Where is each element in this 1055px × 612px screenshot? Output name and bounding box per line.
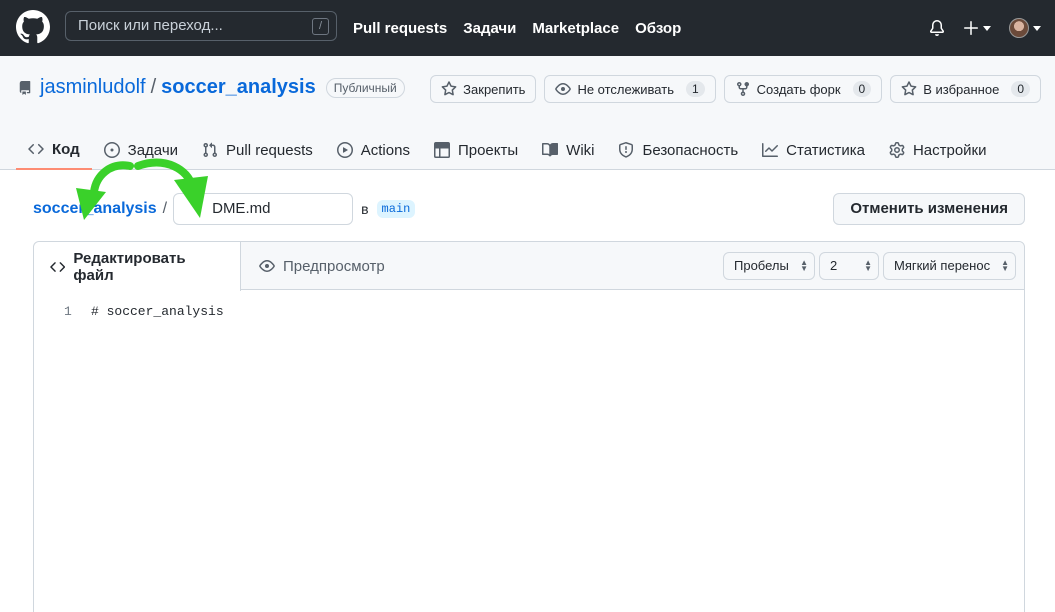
- tab-settings-label: Настройки: [912, 141, 987, 159]
- repo-title-separator: /: [150, 76, 157, 98]
- pull-request-icon: [203, 142, 218, 158]
- github-logo-icon[interactable]: [16, 10, 50, 44]
- notifications-bell-icon[interactable]: [929, 20, 945, 36]
- indent-size-value: 2: [830, 258, 838, 273]
- line-number: 1: [64, 304, 72, 319]
- tab-insights[interactable]: Статистика: [750, 130, 877, 170]
- repo-header: jasminludolf / soccer_analysis Публичный…: [0, 56, 1055, 170]
- breadcrumb-separator: /: [162, 200, 168, 217]
- star-button-label: В избранное: [923, 81, 1000, 97]
- nav-explore[interactable]: Обзор: [635, 20, 681, 37]
- breadcrumb: soccer_analysis / DME.md в main: [33, 193, 416, 225]
- play-circle-icon: [336, 142, 353, 158]
- tab-actions-label: Actions: [360, 141, 410, 159]
- tab-preview[interactable]: Предпросмотр: [243, 242, 401, 290]
- global-nav: Pull requests Задачи Marketplace Обзор: [353, 0, 681, 56]
- tab-insights-label: Статистика: [786, 141, 865, 159]
- indent-mode-value: Пробелы: [734, 258, 789, 273]
- repo-title: jasminludolf / soccer_analysis Публичный: [18, 76, 405, 99]
- tab-wiki[interactable]: Wiki: [530, 130, 606, 170]
- code-line[interactable]: # soccer_analysis: [91, 304, 224, 319]
- unwatch-button-label: Не отслеживать: [577, 81, 674, 97]
- create-new-plus-icon[interactable]: [963, 20, 991, 36]
- gear-icon: [889, 142, 905, 158]
- avatar: [1009, 18, 1029, 38]
- top-header: Поиск или переход... / Pull requests Зад…: [0, 0, 1055, 56]
- chevron-down-icon: [983, 25, 991, 31]
- eye-icon: [555, 83, 572, 95]
- nav-pull-requests[interactable]: Pull requests: [353, 20, 447, 37]
- nav-issues[interactable]: Задачи: [463, 20, 516, 37]
- table-icon: [433, 142, 450, 158]
- editor-toolbar: Редактировать файл Предпросмотр Пробелы …: [34, 242, 1024, 291]
- select-arrows-icon: ▲ ▼: [800, 258, 808, 273]
- repo-tabs: Код Задачи Pull requests Actions Проекты…: [16, 130, 999, 170]
- wrap-mode-value: Мягкий перенос: [894, 258, 991, 273]
- tab-issues-label: Задачи: [127, 141, 179, 159]
- code-icon: [50, 261, 66, 272]
- watch-count: 1: [685, 81, 705, 97]
- tab-edit-file-label: Редактировать файл: [73, 249, 186, 284]
- repo-action-buttons: Закрепить Не отслеживать 1 Создать форк …: [430, 75, 1041, 103]
- visibility-badge: Публичный: [325, 77, 405, 98]
- repo-book-icon: [19, 80, 31, 95]
- star-count: 0: [1011, 81, 1030, 97]
- star-button[interactable]: В избранное 0: [890, 75, 1041, 103]
- tab-code-label: Код: [52, 140, 80, 158]
- search-input[interactable]: Поиск или переход... /: [65, 11, 337, 41]
- tab-security[interactable]: Безопасность: [606, 130, 750, 170]
- search-placeholder: Поиск или переход...: [78, 17, 223, 34]
- repo-name-link[interactable]: soccer_analysis: [161, 76, 316, 99]
- filename-input[interactable]: DME.md: [173, 193, 354, 225]
- tab-pull-requests[interactable]: Pull requests: [190, 130, 325, 170]
- fork-button[interactable]: Создать форк 0: [723, 75, 883, 103]
- issue-circle-icon: [103, 142, 120, 158]
- tab-preview-label: Предпросмотр: [283, 257, 385, 275]
- indent-mode-select[interactable]: Пробелы ▲ ▼: [723, 252, 815, 280]
- breadcrumb-repo-link[interactable]: soccer_analysis: [33, 200, 157, 218]
- eye-icon: [259, 260, 275, 272]
- repo-owner-link[interactable]: jasminludolf: [40, 76, 146, 99]
- pin-button[interactable]: Закрепить: [430, 75, 537, 103]
- pin-icon: [441, 81, 457, 96]
- indent-size-select[interactable]: 2 ▲ ▼: [819, 252, 879, 280]
- tab-code[interactable]: Код: [16, 130, 92, 170]
- tab-projects[interactable]: Проекты: [422, 130, 530, 170]
- cancel-changes-button[interactable]: Отменить изменения: [833, 193, 1025, 225]
- tab-security-label: Безопасность: [642, 141, 739, 159]
- star-icon: [901, 81, 917, 96]
- file-editor: Редактировать файл Предпросмотр Пробелы …: [33, 241, 1025, 612]
- nav-marketplace[interactable]: Marketplace: [532, 20, 619, 37]
- select-arrows-icon: ▲ ▼: [1001, 258, 1009, 273]
- tab-settings[interactable]: Настройки: [877, 130, 999, 170]
- tab-issues[interactable]: Задачи: [92, 130, 190, 170]
- fork-icon: [736, 82, 749, 97]
- tab-edit-file[interactable]: Редактировать файл: [34, 242, 241, 291]
- branch-badge: main: [376, 200, 416, 218]
- tab-actions[interactable]: Actions: [325, 130, 422, 170]
- tab-wiki-label: Wiki: [566, 141, 595, 159]
- user-menu[interactable]: [1009, 18, 1041, 38]
- wrap-mode-select[interactable]: Мягкий перенос ▲ ▼: [883, 252, 1016, 280]
- select-arrows-icon: ▲ ▼: [864, 258, 872, 273]
- code-icon: [28, 143, 44, 155]
- chevron-down-icon: [1033, 25, 1041, 31]
- fork-count: 0: [852, 81, 872, 97]
- book-icon: [542, 142, 559, 157]
- graph-icon: [762, 143, 779, 157]
- unwatch-button[interactable]: Не отслеживать 1: [544, 75, 716, 103]
- branch-in-label: в: [361, 201, 369, 217]
- tab-projects-label: Проекты: [457, 141, 519, 159]
- fork-button-label: Создать форк: [756, 81, 841, 97]
- header-actions: [929, 0, 1041, 56]
- tab-pull-requests-label: Pull requests: [226, 141, 313, 159]
- pin-button-label: Закрепить: [463, 81, 526, 97]
- shield-icon: [619, 142, 634, 158]
- search-shortcut-key: /: [312, 18, 329, 35]
